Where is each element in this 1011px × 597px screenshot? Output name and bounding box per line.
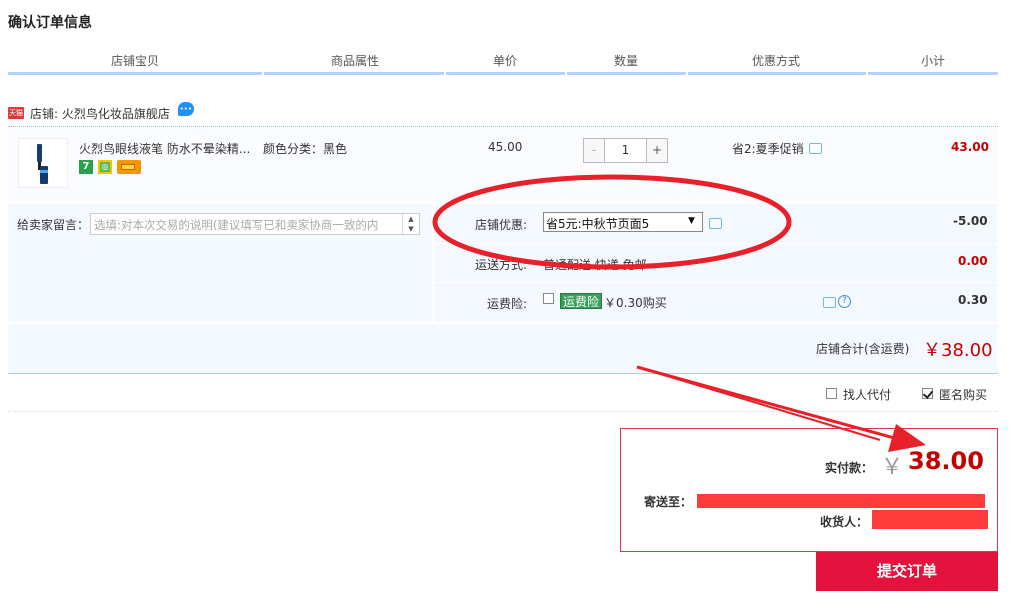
quantity-increase-button[interactable]: + bbox=[646, 138, 668, 163]
product-title[interactable]: 火烈鸟眼线液笔 防水不晕染精... bbox=[79, 140, 250, 157]
insurance-checkbox[interactable] bbox=[543, 293, 554, 304]
shop-name[interactable]: 店铺: 火烈鸟化妆品旗舰店 bbox=[30, 105, 170, 122]
product-image-part bbox=[40, 170, 48, 173]
shop-total-value: ￥38.00 bbox=[923, 340, 993, 361]
product-image-part bbox=[37, 144, 42, 162]
page-title: 确认订单信息 bbox=[8, 15, 92, 31]
pay-by-other-label: 找人代付 bbox=[843, 388, 892, 402]
memo-label: 给卖家留言： bbox=[17, 218, 90, 232]
quantity-input[interactable]: 1 bbox=[604, 138, 647, 163]
column-header-quantity: 数量 bbox=[613, 54, 638, 68]
row-divider bbox=[434, 243, 998, 244]
comment-icon[interactable] bbox=[709, 218, 722, 229]
column-header-subtotal: 小计 bbox=[920, 54, 945, 68]
shipping-amount: 0.00 bbox=[958, 254, 988, 268]
amount-due-value: 38.00 bbox=[908, 447, 984, 475]
header-separator bbox=[444, 72, 446, 75]
header-separator bbox=[565, 72, 567, 75]
tmall-icon: 天猫 bbox=[8, 107, 24, 119]
anonymous-purchase-label: 匿名购买 bbox=[939, 388, 988, 402]
promotion-text: 省2:夏季促销 bbox=[732, 142, 804, 156]
help-icon[interactable]: ? bbox=[838, 295, 851, 308]
header-divider bbox=[8, 72, 998, 75]
guarantee-icon: ◎ bbox=[98, 160, 112, 174]
credit-card-icon bbox=[117, 160, 141, 174]
ship-to-label: 寄送至： bbox=[644, 495, 693, 509]
dropdown-arrow-icon[interactable]: ▼ bbox=[688, 216, 695, 226]
amount-due-label: 实付款： bbox=[825, 461, 874, 475]
column-header-item: 店铺宝贝 bbox=[110, 54, 159, 68]
memo-textarea[interactable]: 选填:对本次交易的说明(建议填写已和卖家协商一致的内 bbox=[90, 213, 420, 235]
anonymous-purchase-checkbox[interactable] bbox=[922, 388, 933, 399]
column-header-price: 单价 bbox=[492, 54, 517, 68]
redacted-address bbox=[697, 494, 985, 508]
shop-coupon-select[interactable]: 省5元:中秋节页面5 bbox=[543, 212, 703, 232]
insurance-price: ￥0.30购买 bbox=[604, 296, 667, 310]
shipping-method: 普通配送 快递 免邮 bbox=[543, 258, 647, 272]
insurance-amount: 0.30 bbox=[958, 293, 988, 307]
dotted-divider bbox=[8, 126, 998, 127]
shop-coupon-label: 店铺优惠: bbox=[475, 218, 528, 232]
pay-by-other-checkbox[interactable] bbox=[826, 388, 837, 399]
shipping-label: 运送方式: bbox=[475, 258, 528, 272]
column-header-discount: 优惠方式 bbox=[751, 54, 800, 68]
chat-bubble-icon[interactable]: ••• bbox=[177, 102, 194, 116]
comment-icon[interactable] bbox=[809, 143, 822, 154]
column-header-attributes: 商品属性 bbox=[330, 54, 379, 68]
header-separator bbox=[866, 72, 868, 75]
insurance-badge: 运费险 bbox=[560, 293, 603, 309]
header-separator bbox=[262, 72, 264, 75]
section-separator bbox=[432, 204, 434, 322]
shop-row: 天猫 店铺: 火烈鸟化妆品旗舰店 ••• bbox=[8, 102, 194, 122]
dotted-divider bbox=[8, 411, 998, 412]
product-image-part bbox=[40, 166, 48, 184]
comment-icon[interactable] bbox=[823, 297, 836, 308]
shop-coupon-amount: -5.00 bbox=[953, 214, 988, 228]
submit-order-button[interactable]: 提交订单 bbox=[816, 552, 998, 591]
quantity-decrease-button[interactable]: - bbox=[583, 138, 605, 163]
currency-symbol: ￥ bbox=[881, 455, 904, 480]
redacted-receiver bbox=[872, 510, 988, 529]
seven-day-return-icon: 7 bbox=[79, 160, 93, 174]
insurance-label: 运费险: bbox=[487, 297, 528, 311]
product-attributes: 颜色分类：黑色 bbox=[263, 142, 348, 156]
item-subtotal: 43.00 bbox=[951, 140, 989, 154]
scroll-arrows-icon[interactable]: ▲ ▼ bbox=[402, 214, 419, 234]
receiver-label: 收货人： bbox=[820, 515, 869, 529]
row-divider bbox=[434, 282, 998, 283]
header-separator bbox=[686, 72, 688, 75]
shop-total-label: 店铺合计(含运费) bbox=[816, 342, 910, 356]
unit-price: 45.00 bbox=[488, 140, 523, 154]
